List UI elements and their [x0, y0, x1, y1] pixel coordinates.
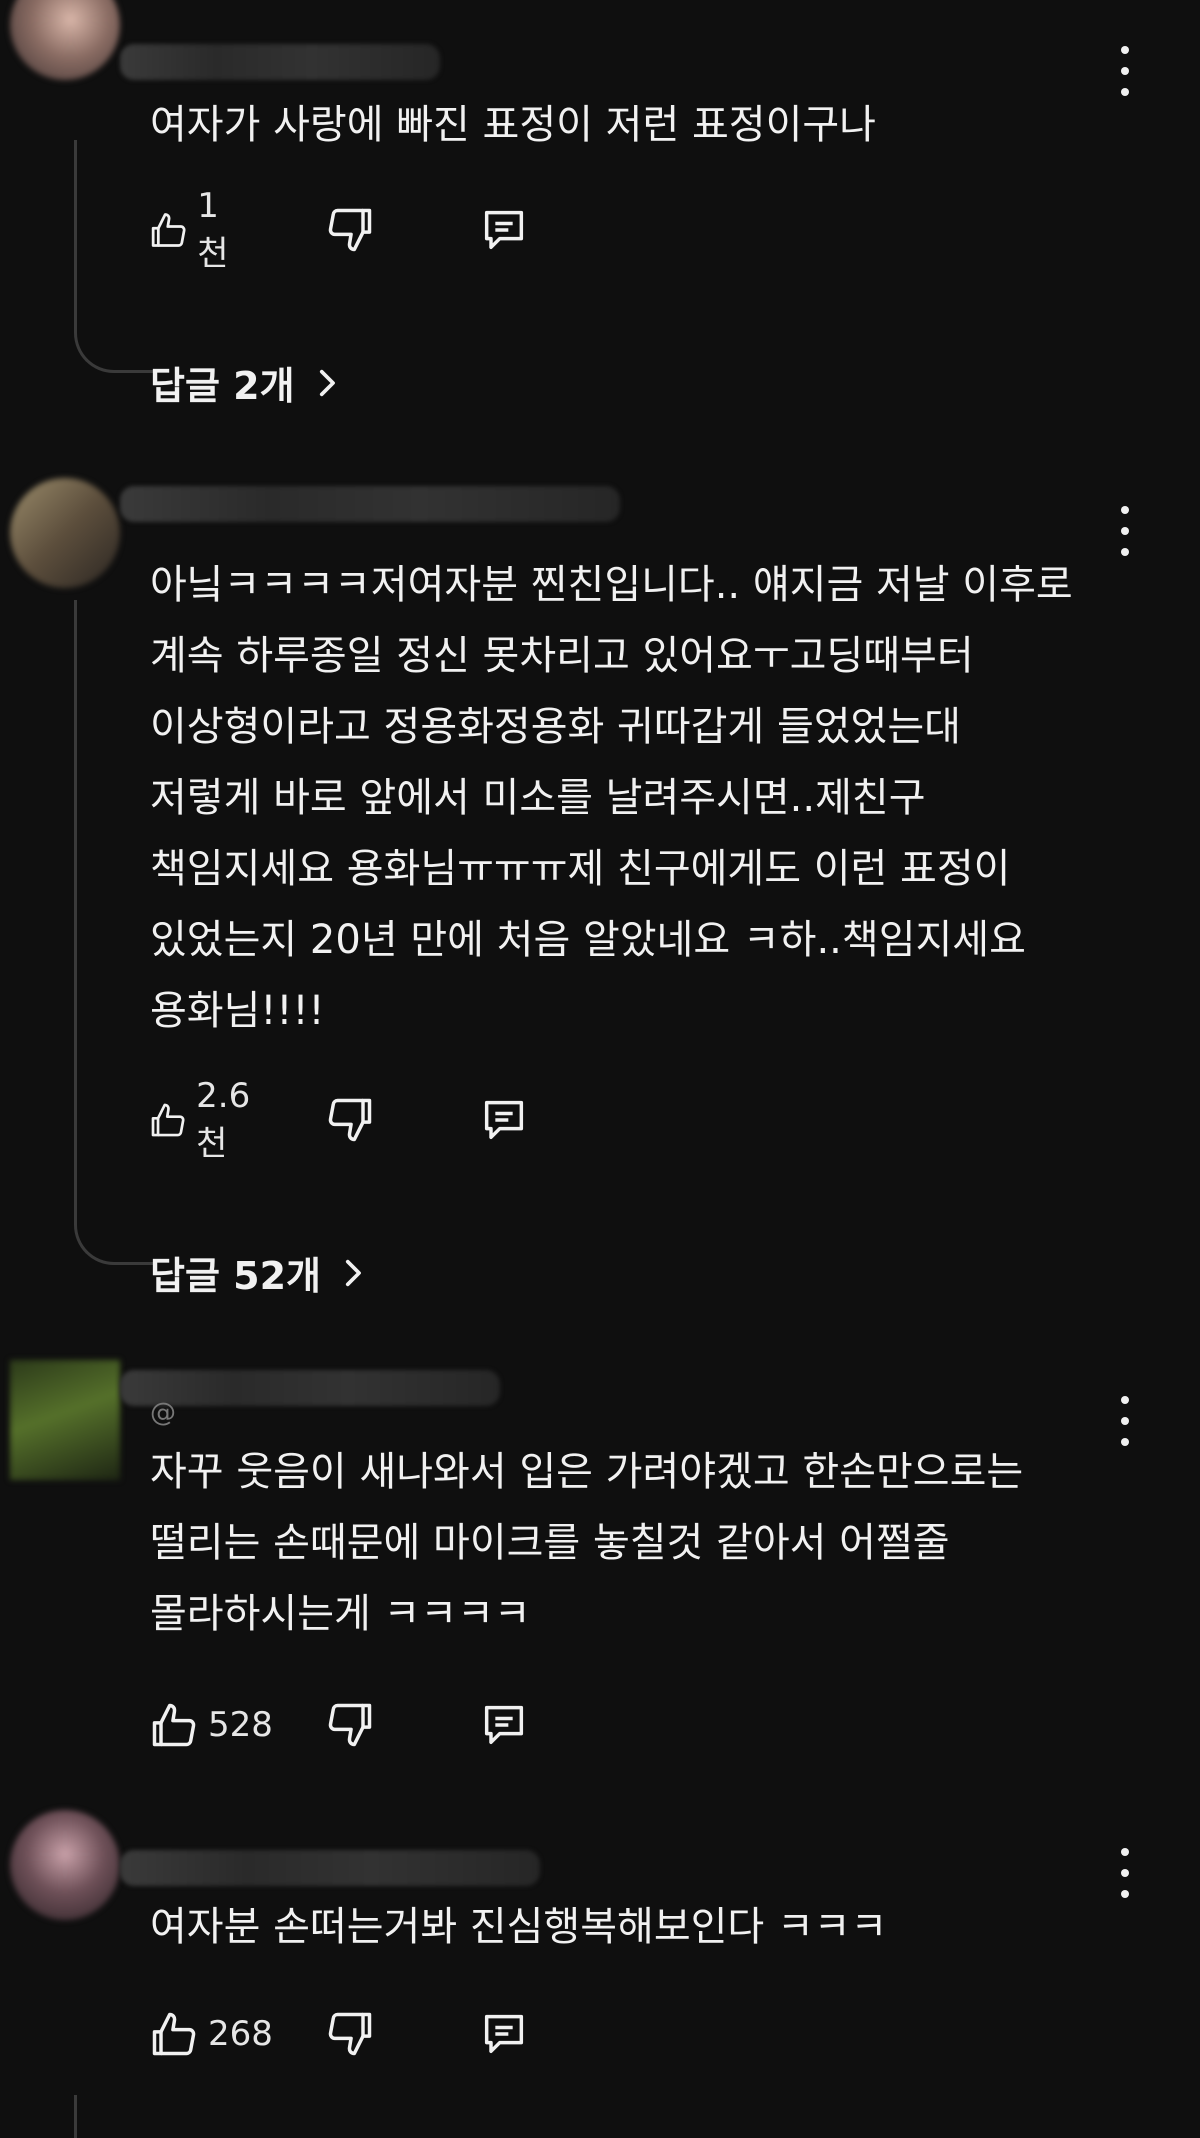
chevron-right-icon	[319, 369, 335, 396]
avatar[interactable]	[10, 0, 120, 80]
chevron-right-icon	[345, 1259, 361, 1286]
like-button[interactable]: 528	[148, 1695, 273, 1755]
comment-text: 여자가 사랑에 빠진 표정이 저런 표정이구나	[150, 102, 876, 148]
avatar[interactable]	[10, 1360, 120, 1480]
comment-icon	[484, 1705, 524, 1745]
reply-thread-line	[74, 140, 157, 373]
avatar[interactable]	[10, 1810, 120, 1920]
comment-text: 자꾸 웃음이 새나와서 입은 가려야겠고 한손만으로는 떨리는 손때문에 마이크…	[150, 1449, 1024, 1637]
comment-text: 아닠ㅋㅋㅋㅋ저여자분 찐친입니다.. 얘지금 저날 이후로 계속 하루종일 정신…	[150, 562, 1073, 1034]
comment-icon	[484, 1100, 524, 1140]
comment-icon	[484, 210, 524, 250]
like-count: 268	[208, 2014, 273, 2054]
thumbs-down-icon	[328, 208, 372, 252]
reply-button[interactable]	[478, 1695, 530, 1755]
comment-text: 여자분 손떠는거봐 진심행복해보인다 ㅋㅋㅋ	[150, 1904, 888, 1950]
reply-button[interactable]	[478, 2004, 530, 2064]
replies-label: 답글 52개	[150, 1254, 321, 1298]
dislike-button[interactable]	[324, 1695, 376, 1755]
like-count: 528	[208, 1705, 273, 1745]
like-count: 2.6천	[196, 1075, 251, 1164]
like-button[interactable]: 268	[148, 2004, 273, 2064]
avatar[interactable]	[10, 478, 120, 588]
more-options-button[interactable]	[1112, 46, 1138, 96]
more-options-button[interactable]	[1112, 1848, 1138, 1898]
reply-button[interactable]	[478, 1090, 530, 1150]
author-name-redacted[interactable]	[120, 1850, 540, 1886]
author-name-redacted[interactable]	[120, 1370, 500, 1406]
author-handle-prefix: @	[150, 1398, 176, 1428]
dislike-button[interactable]	[324, 2004, 376, 2064]
author-name-redacted[interactable]	[120, 486, 620, 522]
thumbs-up-icon	[152, 2012, 196, 2056]
thumbs-down-icon	[328, 2012, 372, 2056]
replies-label: 답글 2개	[150, 364, 295, 408]
dislike-button[interactable]	[324, 200, 376, 260]
like-count: 1천	[197, 185, 229, 274]
reply-thread-line	[74, 2095, 77, 2138]
view-replies-button[interactable]: 답글 52개	[150, 1245, 369, 1300]
author-name-redacted[interactable]	[120, 44, 440, 80]
reply-button[interactable]	[478, 200, 530, 260]
thumbs-up-icon	[152, 1703, 196, 1747]
like-button[interactable]: 1천	[148, 186, 239, 274]
more-options-button[interactable]	[1112, 506, 1138, 556]
reply-thread-line	[74, 600, 157, 1265]
more-options-button[interactable]	[1112, 1396, 1138, 1446]
comment-icon	[484, 2014, 524, 2054]
thumbs-down-icon	[328, 1703, 372, 1747]
thumbs-down-icon	[328, 1098, 372, 1142]
like-button[interactable]: 2.6천	[148, 1076, 262, 1164]
dislike-button[interactable]	[324, 1090, 376, 1150]
view-replies-button[interactable]: 답글 2개	[150, 355, 343, 410]
